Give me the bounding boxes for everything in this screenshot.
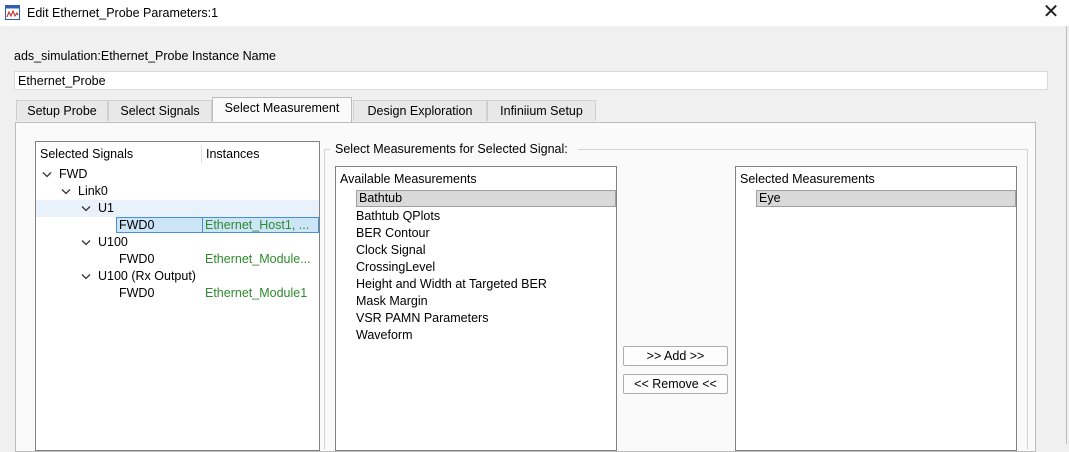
tab-label: Infiniium Setup	[500, 104, 583, 118]
tree-node-label: U1	[98, 201, 114, 215]
title-bar: Edit Ethernet_Probe Parameters:1 ✕	[0, 0, 1069, 26]
selected-measurements-list[interactable]: Selected Measurements Eye	[735, 166, 1017, 451]
column-header-instances: Instances	[206, 147, 260, 161]
window-title: Edit Ethernet_Probe Parameters:1	[27, 6, 219, 20]
instance-value: Ethernet_Module1	[205, 286, 308, 300]
remove-button[interactable]: << Remove <<	[623, 374, 728, 394]
tree-node-label: Link0	[78, 184, 108, 198]
tab-infiniium-setup[interactable]: Infiniium Setup	[487, 100, 596, 121]
instance-name-input[interactable]	[14, 71, 1048, 90]
list-item[interactable]: Clock Signal	[356, 243, 425, 257]
tab-select-signals[interactable]: Select Signals	[108, 100, 212, 121]
list-item[interactable]: Mask Margin	[356, 294, 428, 308]
tree-node-label: U100	[98, 235, 128, 249]
list-item-eye[interactable]: Eye	[756, 190, 1016, 207]
tab-label: Design Exploration	[367, 104, 473, 118]
list-item[interactable]: BER Contour	[356, 226, 430, 240]
chevron-down-icon[interactable]	[42, 171, 52, 178]
instance-value: Ethernet_Module...	[205, 252, 311, 266]
available-measurements-list[interactable]: Available Measurements Bathtub Bathtub Q…	[335, 166, 617, 451]
chevron-down-icon[interactable]	[81, 273, 91, 280]
list-item[interactable]: CrossingLevel	[356, 260, 435, 274]
chevron-down-icon[interactable]	[81, 205, 91, 212]
window-border	[1066, 26, 1067, 444]
column-divider	[201, 145, 202, 163]
tab-design-exploration[interactable]: Design Exploration	[353, 100, 487, 121]
tree-node-label: FWD0	[119, 252, 155, 266]
tree-node-u100-rx-output[interactable]: U100 (Rx Output)	[36, 268, 319, 285]
tab-label: Select Signals	[120, 104, 200, 118]
tree-node-u100-rx-fwd0[interactable]: FWD0 Ethernet_Module1	[36, 285, 319, 302]
selected-signals-tree[interactable]: Selected Signals Instances FWD Link0 U1 …	[35, 141, 320, 451]
list-item[interactable]: VSR PAMN Parameters	[356, 311, 488, 325]
instance-name-label: ads_simulation:Ethernet_Probe Instance N…	[14, 49, 276, 63]
tree-node-u100[interactable]: U100	[36, 234, 319, 251]
list-item-bathtub[interactable]: Bathtub	[356, 190, 616, 207]
list-header: Available Measurements	[340, 172, 477, 186]
chevron-down-icon[interactable]	[81, 239, 91, 246]
tree-node-link0[interactable]: Link0	[36, 183, 319, 200]
tree-node-label: FWD0	[119, 286, 155, 300]
cell-divider	[202, 217, 203, 233]
tree-node-label: FWD0	[119, 218, 155, 232]
list-item[interactable]: Waveform	[356, 328, 413, 342]
close-button[interactable]: ✕	[1036, 0, 1066, 26]
list-header: Selected Measurements	[740, 172, 875, 186]
tree-node-u100-fwd0[interactable]: FWD0 Ethernet_Module...	[36, 251, 319, 268]
instance-value: Ethernet_Host1, ...	[205, 218, 310, 232]
tree-node-fwd[interactable]: FWD	[36, 166, 319, 183]
tab-label: Setup Probe	[27, 104, 97, 118]
measurements-group-title: Select Measurements for Selected Signal:	[335, 142, 568, 156]
tab-select-measurement[interactable]: Select Measurement	[212, 97, 352, 122]
tree-node-label: FWD	[59, 167, 88, 181]
column-header-signals: Selected Signals	[40, 147, 134, 161]
add-button[interactable]: >> Add >>	[623, 346, 728, 366]
tree-node-u1-fwd0[interactable]: FWD0 Ethernet_Host1, ...	[36, 217, 319, 234]
tree-node-label: U100 (Rx Output)	[98, 269, 196, 283]
close-icon: ✕	[1042, 1, 1060, 23]
tab-setup-probe[interactable]: Setup Probe	[16, 100, 108, 121]
list-item[interactable]: Bathtub QPlots	[356, 209, 440, 223]
ads-app-icon	[5, 5, 20, 20]
list-item[interactable]: Height and Width at Targeted BER	[356, 277, 547, 291]
tab-label: Select Measurement	[224, 101, 340, 115]
chevron-down-icon[interactable]	[61, 188, 71, 195]
tree-node-u1[interactable]: U1	[36, 200, 319, 217]
